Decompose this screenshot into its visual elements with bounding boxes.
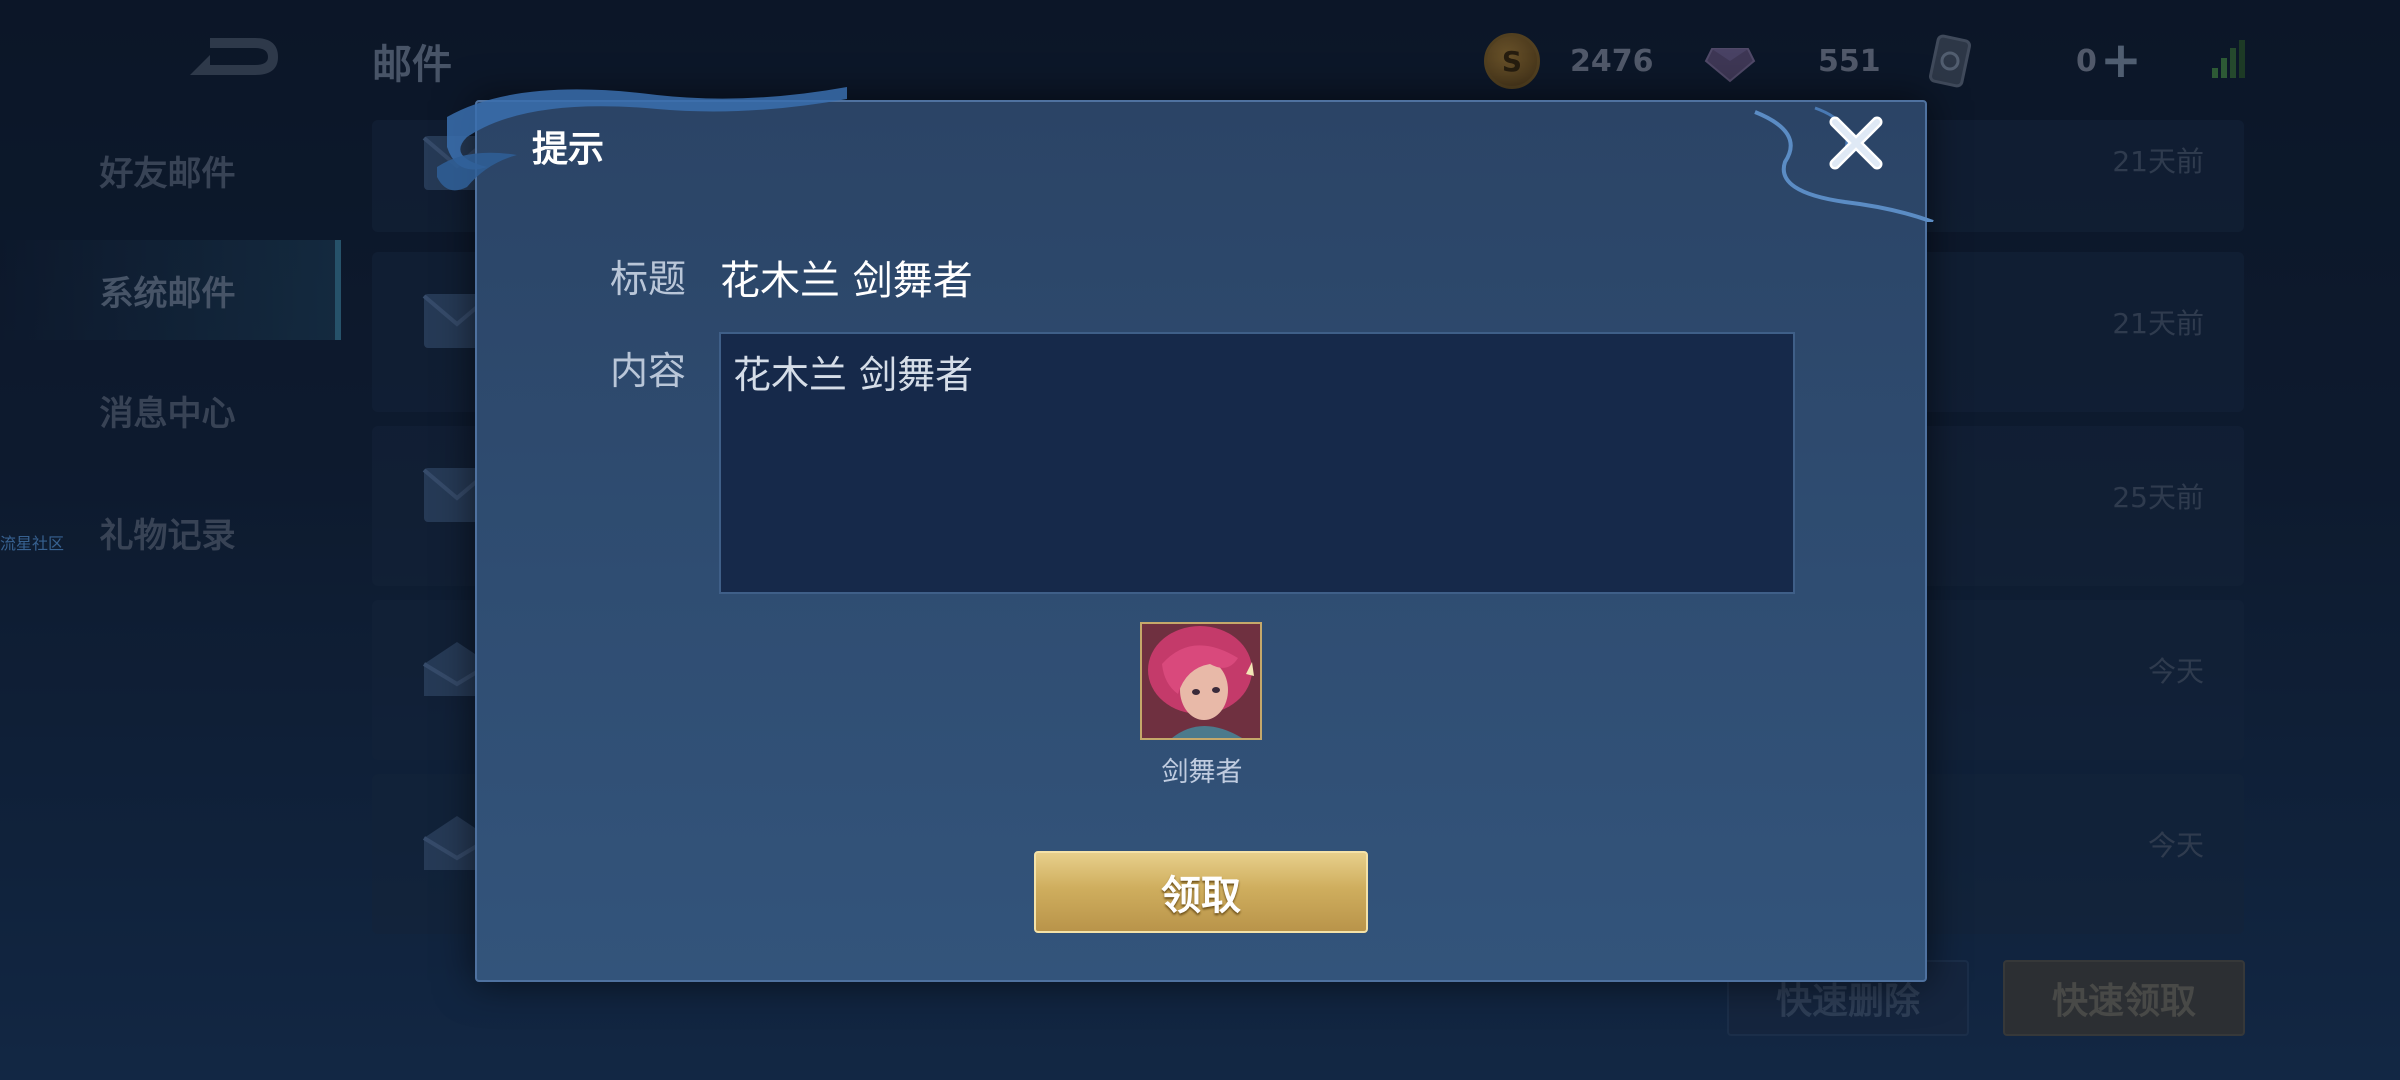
reward-name: 剑舞者 bbox=[1161, 757, 1243, 788]
content-label: 内容 bbox=[610, 349, 687, 393]
hero-portrait-icon bbox=[1142, 624, 1260, 738]
dialog-title: 提示 bbox=[532, 129, 605, 170]
title-label: 标题 bbox=[610, 257, 687, 301]
dialog-ornament-left bbox=[437, 87, 847, 191]
reward-item[interactable]: 剑舞者 bbox=[1140, 622, 1264, 789]
hero-skin-thumbnail bbox=[1140, 622, 1262, 740]
close-icon[interactable] bbox=[1825, 112, 1887, 174]
content-text: 花木兰 剑舞者 bbox=[733, 353, 974, 397]
content-box: 花木兰 剑舞者 bbox=[719, 332, 1795, 594]
claim-button[interactable]: 领取 bbox=[1034, 851, 1368, 933]
reward-dialog: 提示 标题 花木兰 剑舞者 内容 花木兰 剑舞者 剑舞者 领取 bbox=[437, 87, 1934, 982]
title-value: 花木兰 剑舞者 bbox=[720, 258, 973, 304]
mail-screen: 邮件 S 2476 551 0 + 好友邮件 系统邮件 消息中心 礼物记录 流星… bbox=[0, 0, 2400, 1080]
